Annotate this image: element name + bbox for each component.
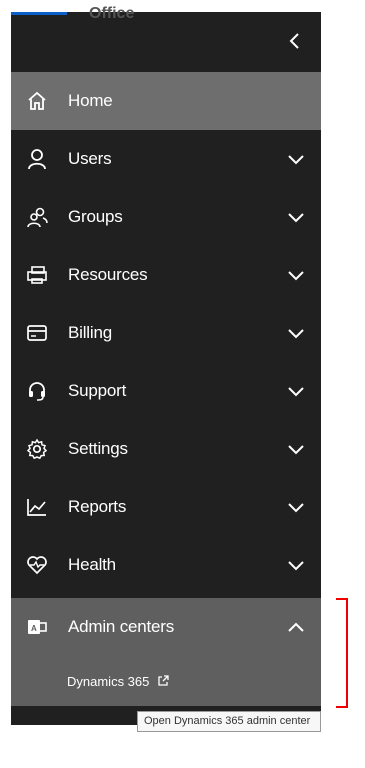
groups-icon	[25, 205, 49, 229]
nav-item-label: Health	[68, 555, 116, 574]
chevron-up-icon[interactable]	[285, 616, 307, 638]
nav-item-resources[interactable]: Resources	[11, 246, 321, 304]
nav-item-billing[interactable]: Billing	[11, 304, 321, 362]
nav-item-label: Settings	[68, 439, 128, 458]
nav-item-label: Reports	[68, 497, 127, 516]
nav-item-label: Home	[68, 91, 113, 110]
chevron-down-icon[interactable]	[285, 380, 307, 402]
admin-centers-section: A Admin centers Dynamics 365	[11, 598, 321, 706]
nav-top-bar: Office	[11, 5, 321, 72]
chart-icon	[25, 495, 49, 519]
admin-navigation-pane: Office Home Users Groups Resources Billi…	[11, 5, 321, 725]
nav-item-label: Users	[68, 149, 112, 168]
billing-icon	[25, 321, 49, 345]
tooltip: Open Dynamics 365 admin center	[137, 711, 321, 732]
chevron-down-icon[interactable]	[285, 322, 307, 344]
nav-item-support[interactable]: Support	[11, 362, 321, 420]
gear-icon	[25, 437, 49, 461]
nav-item-label: Admin centers	[68, 617, 175, 636]
chevron-down-icon[interactable]	[285, 206, 307, 228]
highlight-bracket	[336, 598, 348, 708]
nav-subitem-dynamics-365[interactable]: Dynamics 365	[11, 656, 321, 706]
nav-item-reports[interactable]: Reports	[11, 478, 321, 536]
home-icon	[25, 89, 49, 113]
heart-icon	[25, 553, 49, 577]
chevron-left-icon	[289, 33, 299, 49]
top-accent-bar	[11, 12, 67, 15]
user-icon	[25, 147, 49, 171]
nav-item-label: Billing	[68, 323, 112, 342]
resources-icon	[25, 263, 49, 287]
admin-centers-icon: A	[25, 615, 49, 639]
chevron-down-icon[interactable]	[285, 264, 307, 286]
external-link-icon	[157, 675, 170, 687]
nav-item-admin-centers[interactable]: A Admin centers	[11, 598, 321, 656]
chevron-down-icon[interactable]	[285, 148, 307, 170]
nav-item-label: Groups	[68, 207, 123, 226]
header-partial-text: Office	[89, 5, 135, 22]
subitem-label: Dynamics 365	[67, 673, 150, 689]
svg-text:A: A	[31, 624, 37, 633]
nav-item-users[interactable]: Users	[11, 130, 321, 188]
headset-icon	[25, 379, 49, 403]
collapse-nav-button[interactable]	[283, 29, 307, 53]
chevron-down-icon[interactable]	[285, 554, 307, 576]
nav-item-settings[interactable]: Settings	[11, 420, 321, 478]
nav-item-home[interactable]: Home	[11, 72, 321, 130]
nav-item-label: Resources	[68, 265, 148, 284]
nav-item-groups[interactable]: Groups	[11, 188, 321, 246]
chevron-down-icon[interactable]	[285, 438, 307, 460]
chevron-down-icon[interactable]	[285, 496, 307, 518]
nav-item-health[interactable]: Health	[11, 536, 321, 594]
nav-item-label: Support	[68, 381, 127, 400]
